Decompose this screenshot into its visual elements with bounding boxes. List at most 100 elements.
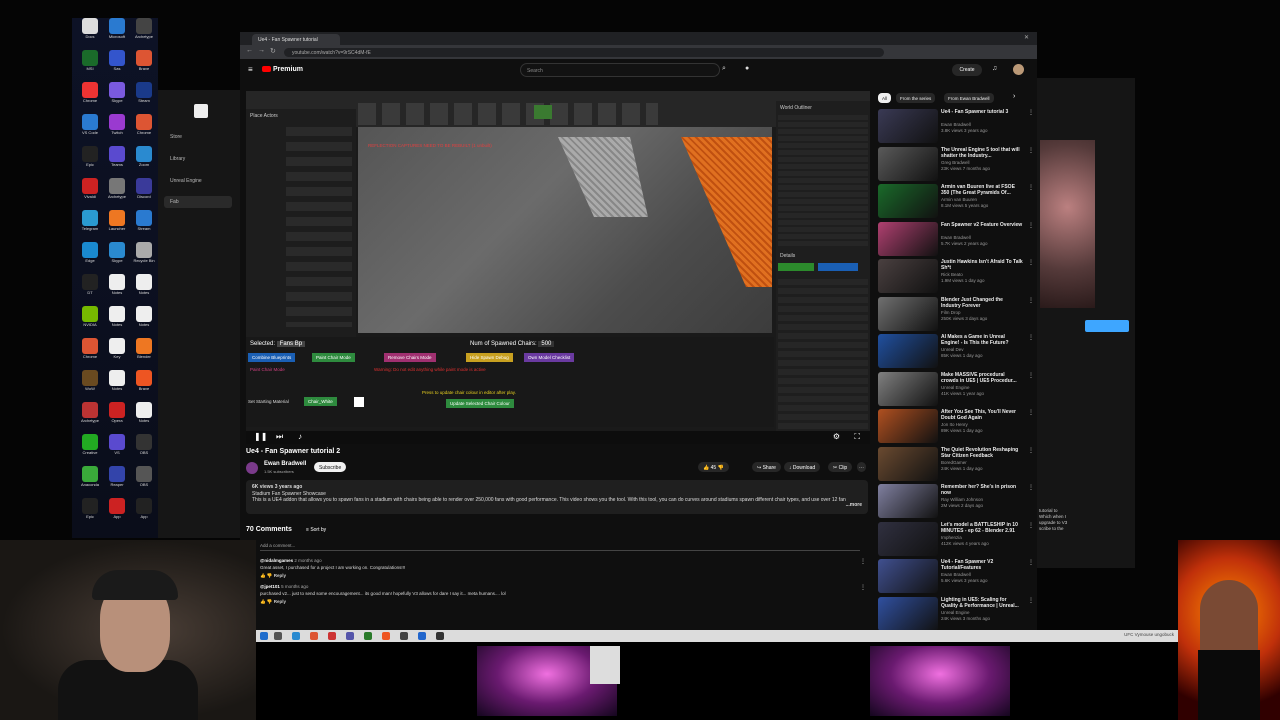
video-menu-icon[interactable]: ⋮ xyxy=(1028,222,1034,229)
download-button[interactable]: ↓ Download xyxy=(784,462,821,472)
recommendation-title[interactable]: Make MASSIVE procedural crowds in UE5 | … xyxy=(941,372,1023,384)
window-preview-small[interactable] xyxy=(590,646,620,684)
video-thumbnail[interactable] xyxy=(878,259,938,293)
video-thumbnail[interactable] xyxy=(878,559,938,593)
like-icon[interactable]: 👍 xyxy=(260,599,266,604)
video-menu-icon[interactable]: ⋮ xyxy=(1028,559,1034,566)
recommendation-title[interactable]: Armin van Buuren live at FSOE 350 (The G… xyxy=(941,184,1023,196)
recommendation-item[interactable]: Armin van Buuren live at FSOE 350 (The G… xyxy=(878,184,1036,220)
video-menu-icon[interactable]: ⋮ xyxy=(1028,334,1034,341)
desktop-icon[interactable]: Blender xyxy=(126,338,162,372)
fullscreen-icon[interactable]: ⛶ xyxy=(854,432,860,442)
desktop-icon[interactable]: OBS xyxy=(126,434,162,468)
recommendation-item[interactable]: After You See This, You'll Never Doubt G… xyxy=(878,409,1036,445)
recommendation-item[interactable]: Blender Just Changed the Industry Foreve… xyxy=(878,296,1036,333)
desktop-icon[interactable]: Recycle Bin xyxy=(126,242,162,276)
video-menu-icon[interactable]: ⋮ xyxy=(1028,522,1034,529)
launcher-item-store[interactable]: Store xyxy=(170,134,182,140)
recommendation-item[interactable]: Lighting in UE5: Scaling for Quality & P… xyxy=(878,596,1036,633)
video-menu-icon[interactable]: ⋮ xyxy=(1028,372,1034,379)
share-button[interactable]: ↪ Share xyxy=(752,462,781,472)
launcher-item-unreal-engine[interactable]: Unreal Engine xyxy=(170,178,202,184)
app-icon[interactable] xyxy=(364,632,372,640)
video-thumbnail[interactable] xyxy=(878,371,938,406)
video-thumbnail[interactable] xyxy=(878,409,938,443)
desktop-icon[interactable]: Zoom xyxy=(126,146,162,180)
recommendation-item[interactable]: Fan Spawner v2 Feature Overview Ewan Brad… xyxy=(878,221,1036,258)
video-thumbnail[interactable] xyxy=(878,109,938,143)
subscribe-button[interactable]: Subscribe xyxy=(314,462,347,472)
desktop-icon[interactable]: Archetype xyxy=(126,18,162,52)
video-menu-icon[interactable]: ⋮ xyxy=(1028,409,1034,416)
desktop-icon[interactable]: OBS xyxy=(126,466,162,500)
reply-button[interactable]: Reply xyxy=(274,573,286,578)
recommendation-item[interactable]: Let's model a BATTLESHIP in 10 MINUTES -… xyxy=(878,521,1036,558)
video-thumbnail[interactable] xyxy=(878,446,938,481)
video-thumbnail[interactable] xyxy=(878,146,938,181)
like-icon[interactable]: 👍 xyxy=(260,573,266,578)
recommendation-item[interactable]: The Unreal Engine 5 tool that will shatt… xyxy=(878,146,1036,183)
recommendation-title[interactable]: Lighting in UE5: Scaling for Quality & P… xyxy=(941,597,1023,609)
recommendation-title[interactable]: Blender Just Changed the Industry Foreve… xyxy=(941,297,1023,309)
notifications-icon[interactable]: ♫ xyxy=(992,65,997,72)
recommendation-title[interactable]: Fan Spawner v2 Feature Overview xyxy=(941,222,1023,234)
desktop-icon[interactable]: Steam xyxy=(126,82,162,116)
video-menu-icon[interactable]: ⋮ xyxy=(1028,109,1034,116)
system-tray[interactable]: UFC Vymouse ungobuck xyxy=(1124,632,1174,637)
video-menu-icon[interactable]: ⋮ xyxy=(1028,447,1034,454)
video-thumbnail[interactable] xyxy=(878,184,938,218)
comment-author[interactable]: @nidalmgames xyxy=(260,558,293,563)
brave-icon[interactable] xyxy=(382,632,390,640)
like-button[interactable]: 👍 45 👎 xyxy=(698,462,729,472)
app-icon[interactable] xyxy=(400,632,408,640)
start-icon[interactable] xyxy=(260,632,268,640)
video-thumbnail[interactable] xyxy=(878,221,938,256)
back-icon[interactable]: ← xyxy=(246,47,253,54)
window-blue-button[interactable] xyxy=(1085,320,1129,332)
desktop-icon[interactable]: App xyxy=(126,498,162,532)
video-menu-icon[interactable]: ⋮ xyxy=(1028,147,1034,154)
settings-icon[interactable]: ⚙ xyxy=(833,432,840,441)
browser-tab[interactable]: Ue4 - Fan Spawner tutorial xyxy=(252,34,340,45)
next-icon[interactable]: ⏭ xyxy=(276,432,283,442)
video-thumbnail[interactable] xyxy=(878,334,938,368)
description-box[interactable]: 6K views 3 years ago Stadium Fan Spawner… xyxy=(246,480,868,514)
video-menu-icon[interactable]: ⋮ xyxy=(1028,297,1034,304)
app-icon[interactable] xyxy=(436,632,444,640)
comment-author[interactable]: @jpet101 xyxy=(260,584,280,589)
comment-menu-icon[interactable]: ⋮ xyxy=(860,558,866,565)
video-menu-icon[interactable]: ⋮ xyxy=(1028,184,1034,191)
chip-from-channel[interactable]: From Ewan Bradwell xyxy=(944,93,994,103)
video-menu-icon[interactable]: ⋮ xyxy=(1028,259,1034,266)
search-input[interactable]: Search xyxy=(520,63,720,77)
more-link[interactable]: ...more xyxy=(843,502,862,509)
search-icon[interactable]: ⌕ xyxy=(722,65,726,73)
reload-icon[interactable]: ↻ xyxy=(270,47,276,55)
comment-menu-icon[interactable]: ⋮ xyxy=(860,584,866,591)
url-field[interactable]: youtube.com/watch?v=9rSC4dM-fE xyxy=(284,48,884,57)
volume-icon[interactable]: ♪ xyxy=(298,432,302,441)
recommendation-title[interactable]: Justin Hawkins Isn't Afraid To Talk Sh*t xyxy=(941,259,1023,271)
desktop-icon[interactable]: Brave xyxy=(126,50,162,84)
recommendation-title[interactable]: Ue4 - Fan Spawner tutorial 3 xyxy=(941,109,1023,121)
app-icon[interactable] xyxy=(418,632,426,640)
chevron-right-icon[interactable]: › xyxy=(1013,93,1015,100)
channel-name[interactable]: Ewan Bradwell xyxy=(264,461,306,467)
recommendation-title[interactable]: Let's model a BATTLESHIP in 10 MINUTES -… xyxy=(941,522,1023,534)
add-comment-input[interactable]: Add a comment... xyxy=(260,543,860,551)
search-icon[interactable] xyxy=(274,632,282,640)
dislike-icon[interactable]: 👎 xyxy=(267,573,273,578)
pause-icon[interactable]: ❚❚ xyxy=(254,432,267,441)
recommendation-item[interactable]: Make MASSIVE procedural crowds in UE5 | … xyxy=(878,371,1036,408)
video-menu-icon[interactable]: ⋮ xyxy=(1028,484,1034,491)
more-actions-icon[interactable]: ⋯ xyxy=(857,462,866,472)
recommendation-item[interactable]: Ue4 - Fan Spawner V2 Tutorial/Features Ew… xyxy=(878,559,1036,595)
desktop-icon[interactable]: Notes xyxy=(126,274,162,308)
opera-icon[interactable] xyxy=(328,632,336,640)
video-menu-icon[interactable]: ⋮ xyxy=(1028,597,1034,604)
desktop-icon[interactable]: Chrome xyxy=(126,114,162,148)
clip-button[interactable]: ✂ Clip xyxy=(828,462,853,472)
app-icon[interactable] xyxy=(346,632,354,640)
recommendation-item[interactable]: Remember her? She's in prison now Ray Wil… xyxy=(878,484,1036,520)
recommendation-title[interactable]: AI Makes a Game in Unreal Engine! - Is T… xyxy=(941,334,1023,346)
